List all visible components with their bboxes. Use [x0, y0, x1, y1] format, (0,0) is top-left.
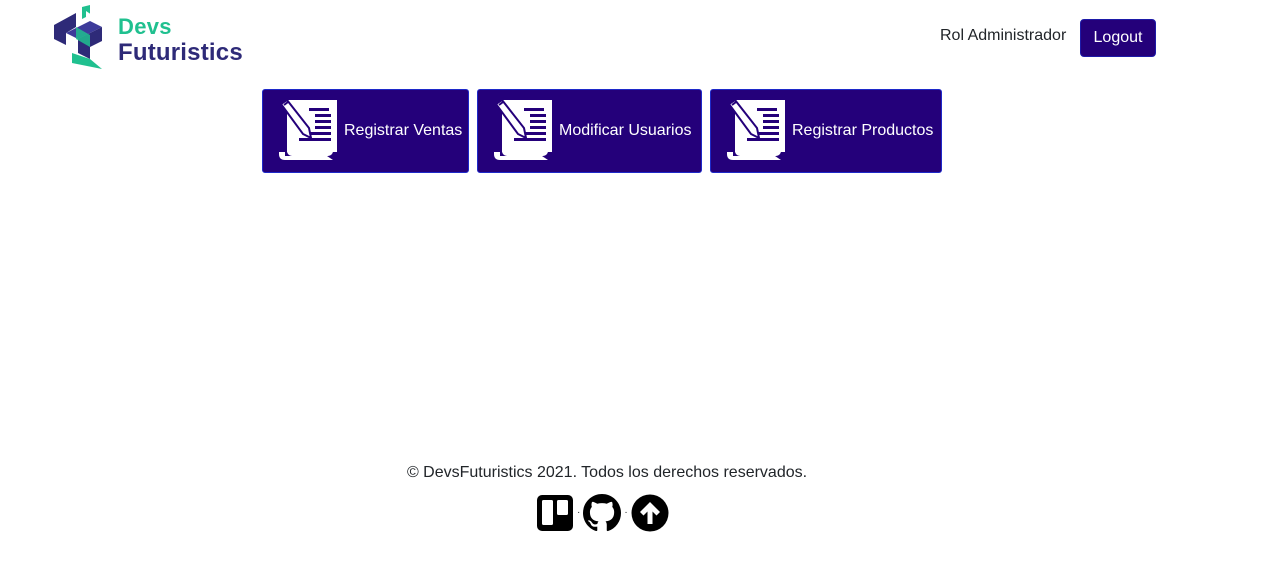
user-role-label: Rol Administrador — [940, 27, 1067, 44]
footer-separator: · — [577, 507, 581, 518]
tile-label: Modificar Usuarios — [559, 122, 692, 139]
trello-icon[interactable] — [536, 494, 574, 532]
devs-futuristics-logo-icon — [54, 5, 102, 69]
arrow-up-circle-icon[interactable] — [631, 494, 669, 532]
document-pen-icon — [723, 96, 789, 166]
copyright-text: © DevsFuturistics 2021. Todos los derech… — [406, 464, 808, 481]
modificar-usuarios-button[interactable]: Modificar Usuarios — [477, 89, 702, 173]
brand-wordmark: Devs Futuristics — [118, 12, 243, 65]
registrar-productos-button[interactable]: Registrar Productos — [710, 89, 942, 173]
logout-button[interactable]: Logout — [1080, 19, 1156, 57]
document-pen-icon — [490, 96, 556, 166]
footer-separator: · — [624, 507, 628, 518]
footer-links: · · — [536, 493, 669, 533]
tile-label: Registrar Productos — [792, 122, 934, 139]
page: Devs Futuristics Rol Administrador Logou… — [0, 0, 1274, 582]
registrar-ventas-button[interactable]: Registrar Ventas — [262, 89, 469, 173]
github-icon[interactable] — [583, 494, 622, 532]
brand-logo[interactable]: Devs Futuristics — [52, 5, 243, 71]
tile-label: Registrar Ventas — [344, 122, 463, 139]
document-pen-icon — [275, 96, 341, 166]
brand-word-devs: Devs — [118, 13, 172, 39]
brand-word-futuristics: Futuristics — [118, 38, 243, 66]
